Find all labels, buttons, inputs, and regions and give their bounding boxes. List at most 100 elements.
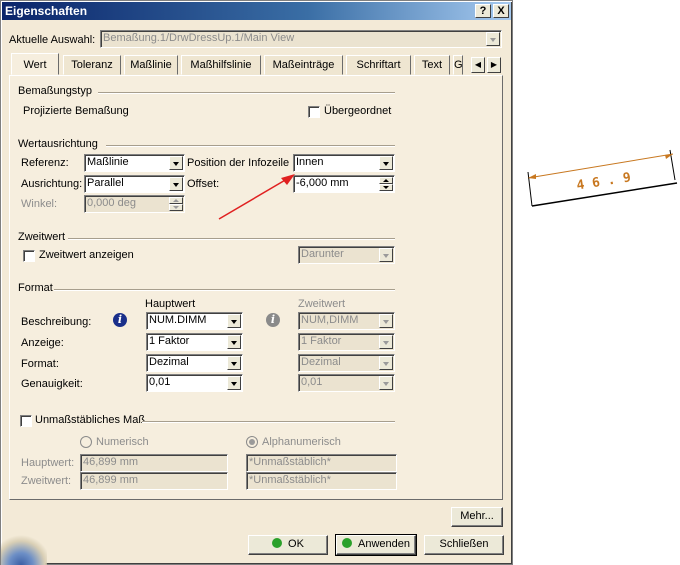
reference-label: Referenz:: [21, 157, 69, 169]
parent-label: Übergeordnet: [324, 105, 392, 117]
angle-label: Winkel:: [21, 198, 58, 210]
chevron-down-icon: [379, 376, 393, 390]
chevron-down-icon[interactable]: [379, 156, 393, 170]
group-divider: [68, 238, 395, 240]
format-group-title: Format: [18, 282, 53, 294]
chevron-down-icon[interactable]: [227, 356, 241, 370]
reference-combo[interactable]: Maßlinie: [84, 154, 185, 172]
second-precision-combo: 0,01: [298, 374, 395, 392]
fake-main-numeric-field: 46,899 mm: [80, 454, 228, 472]
fake-main-alnum-field: *Unmaßstäblich*: [246, 454, 397, 472]
position-value: Innen: [296, 156, 324, 168]
main-precision-combo[interactable]: 0,01: [146, 374, 243, 392]
secondary-placement-value: Darunter: [301, 248, 344, 260]
chevron-down-icon: [379, 335, 393, 349]
arrow-shaft: [218, 178, 288, 220]
current-selection-value: Bemaßung.1/DrwDressUp.1/Main View: [103, 32, 295, 44]
main-display-value: 1 Faktor: [149, 335, 190, 347]
more-button[interactable]: Mehr...: [451, 507, 503, 527]
fake-second-numeric-field: 46,899 mm: [80, 472, 228, 490]
orientation-group-title: Wertausrichtung: [18, 138, 98, 150]
dimtype-group-title: Bemaßungstyp: [18, 85, 92, 97]
corner-logo: [1, 533, 47, 565]
alphanumeric-radio: [246, 436, 258, 448]
fake-second-alnum-field: *Unmaßstäblich*: [246, 472, 397, 490]
title-bar[interactable]: Eigenschaften ? X: [2, 2, 511, 20]
main-value-header: Hauptwert: [145, 298, 196, 310]
precision-label: Genauigkeit:: [21, 378, 83, 390]
ok-button[interactable]: OK: [248, 535, 328, 555]
main-display-combo[interactable]: 1 Faktor: [146, 333, 243, 351]
alignment-label: Ausrichtung:: [21, 178, 83, 190]
tab-scroll-right-button[interactable]: ▶: [487, 57, 501, 73]
chevron-down-icon: [379, 314, 393, 328]
chevron-down-icon[interactable]: [169, 156, 183, 170]
description-label: Beschreibung:: [21, 316, 92, 328]
chevron-down-icon: [379, 248, 393, 262]
tab-wert[interactable]: Wert: [11, 53, 59, 75]
spin-down-icon: [169, 204, 183, 211]
arrow-head: [281, 174, 295, 185]
chevron-down-icon[interactable]: [227, 335, 241, 349]
chevron-down-icon[interactable]: [169, 177, 183, 191]
ok-led-icon: [272, 538, 283, 548]
fake-dimension-checkbox[interactable]: [20, 415, 32, 427]
chevron-down-icon[interactable]: [227, 376, 241, 390]
fake-main-label: Hauptwert:: [21, 457, 75, 469]
fake-dimension-label: Unmaßstäbliches Maß: [35, 414, 146, 426]
current-selection-combo: Bemaßung.1/DrwDressUp.1/Main View: [100, 30, 502, 48]
alignment-combo[interactable]: Parallel: [84, 175, 185, 193]
chevron-down-icon[interactable]: [227, 314, 241, 328]
info-icon: i: [266, 313, 280, 327]
help-button[interactable]: ?: [475, 4, 491, 18]
main-description-combo[interactable]: NUM.DIMM: [146, 312, 243, 330]
second-format-value: Dezimal: [301, 356, 341, 368]
fake-second-alnum-value: *Unmaßstäblich*: [249, 474, 331, 486]
numeric-label: Numerisch: [96, 436, 149, 448]
angle-value: 0,000 deg: [87, 197, 136, 209]
spin-up-icon[interactable]: [379, 177, 393, 184]
main-precision-value: 0,01: [149, 376, 171, 388]
main-format-combo[interactable]: Dezimal: [146, 354, 243, 372]
tab-masshilfslinie[interactable]: Maßhilfslinie: [181, 55, 261, 75]
parent-checkbox[interactable]: [308, 106, 320, 118]
apply-led-icon: [342, 538, 352, 548]
position-label: Position der Infozeile: [187, 157, 290, 169]
main-description-value: NUM.DIMM: [149, 314, 207, 326]
ok-label: OK: [288, 538, 304, 550]
tab-masslinie[interactable]: Maßlinie: [124, 55, 178, 75]
tab-masseintraege[interactable]: Maßeinträge: [264, 55, 343, 75]
properties-dialog: Eigenschaften ? X Aktuelle Auswahl: Bema…: [0, 0, 513, 565]
apply-button[interactable]: Anwenden: [335, 534, 417, 556]
main-format-value: Dezimal: [149, 356, 189, 368]
second-format-combo: Dezimal: [298, 354, 395, 372]
spin-down-icon[interactable]: [379, 184, 393, 191]
second-display-value: 1 Faktor: [301, 335, 342, 347]
tab-toleranz[interactable]: Toleranz: [63, 55, 121, 75]
chevron-down-icon: [379, 356, 393, 370]
tab-schriftart[interactable]: Schriftart: [346, 55, 411, 75]
position-combo[interactable]: Innen: [293, 154, 395, 172]
wert-tab-panel: Bemaßungstyp Projizierte Bemaßung Überge…: [9, 75, 503, 500]
second-description-combo: NUM,DIMM: [298, 312, 395, 330]
fake-main-alnum-value: *Unmaßstäblich*: [249, 456, 331, 468]
close-dialog-button[interactable]: Schließen: [424, 535, 504, 555]
show-secondary-checkbox[interactable]: [23, 250, 35, 262]
offset-spinner[interactable]: [379, 177, 393, 191]
annotation-arrow: [218, 174, 295, 220]
apply-label: Anwenden: [358, 538, 410, 550]
tab-scroll-left-button[interactable]: ◀: [471, 57, 485, 73]
close-button[interactable]: X: [493, 4, 509, 18]
info-icon[interactable]: i: [113, 313, 127, 327]
secondary-group-title: Zweitwert: [18, 231, 66, 243]
second-precision-value: 0,01: [301, 376, 323, 388]
angle-spinner: [169, 197, 183, 211]
dimension-preview: 4 6 . 9: [527, 149, 678, 207]
tab-more[interactable]: G: [453, 55, 463, 75]
offset-value: -6,000 mm: [296, 177, 349, 189]
group-divider: [54, 289, 395, 291]
offset-spinbox[interactable]: -6,000 mm: [293, 175, 395, 193]
group-divider: [98, 92, 395, 94]
tab-text[interactable]: Text: [414, 55, 450, 75]
spin-up-icon: [169, 197, 183, 204]
